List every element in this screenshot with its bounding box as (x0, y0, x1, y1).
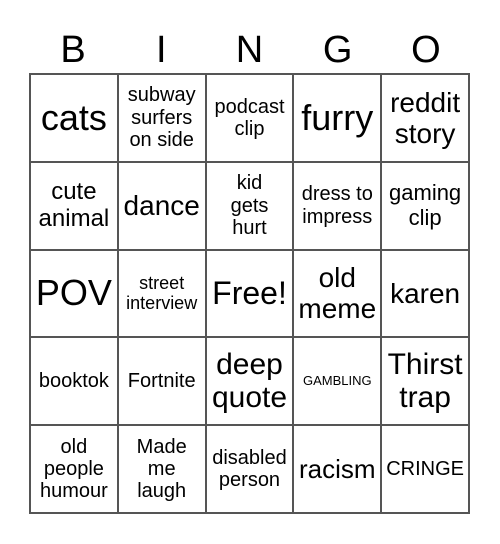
bingo-cell[interactable]: GAMBLING (293, 337, 382, 426)
header-letter-b: B (60, 29, 86, 71)
bingo-cell[interactable]: old people humour (30, 425, 118, 513)
header-letter-i: I (156, 29, 167, 71)
bingo-cell[interactable]: CRINGE (381, 425, 469, 513)
bingo-cell[interactable]: kid gets hurt (205, 161, 294, 250)
bingo-cell[interactable]: dance (117, 161, 206, 250)
header-letter-g: G (322, 29, 353, 71)
bingo-cell[interactable]: karen (381, 249, 469, 338)
bingo-cell[interactable]: gaming clip (381, 161, 469, 250)
bingo-cell[interactable]: POV (30, 249, 118, 338)
bingo-cell[interactable]: old meme (293, 249, 382, 338)
bingo-header: B I N G O (29, 27, 470, 73)
bingo-cell[interactable]: dress to impress (293, 161, 382, 250)
header-letter-o: O (411, 29, 441, 71)
bingo-cell[interactable]: deep quote (205, 337, 294, 426)
bingo-cell[interactable]: subway surfers on side (117, 74, 206, 162)
bingo-cell[interactable]: podcast clip (205, 74, 294, 162)
bingo-cell[interactable]: racism (293, 425, 382, 513)
free-space-cell[interactable]: Free! (205, 249, 294, 338)
bingo-grid: cats subway surfers on side podcast clip… (29, 73, 470, 514)
bingo-cell[interactable]: furry (293, 74, 382, 162)
bingo-cell[interactable]: street interview (117, 249, 206, 338)
bingo-cell[interactable]: Fortnite (117, 337, 206, 426)
bingo-cell[interactable]: Thirst trap (381, 337, 469, 426)
bingo-cell[interactable]: reddit story (381, 74, 469, 162)
bingo-cell[interactable]: cats (30, 74, 118, 162)
header-letter-n: N (235, 29, 264, 71)
bingo-cell[interactable]: Made me laugh (117, 425, 206, 513)
bingo-cell[interactable]: cute animal (30, 161, 118, 250)
bingo-cell[interactable]: booktok (30, 337, 118, 426)
bingo-cell[interactable]: disabled person (205, 425, 294, 513)
